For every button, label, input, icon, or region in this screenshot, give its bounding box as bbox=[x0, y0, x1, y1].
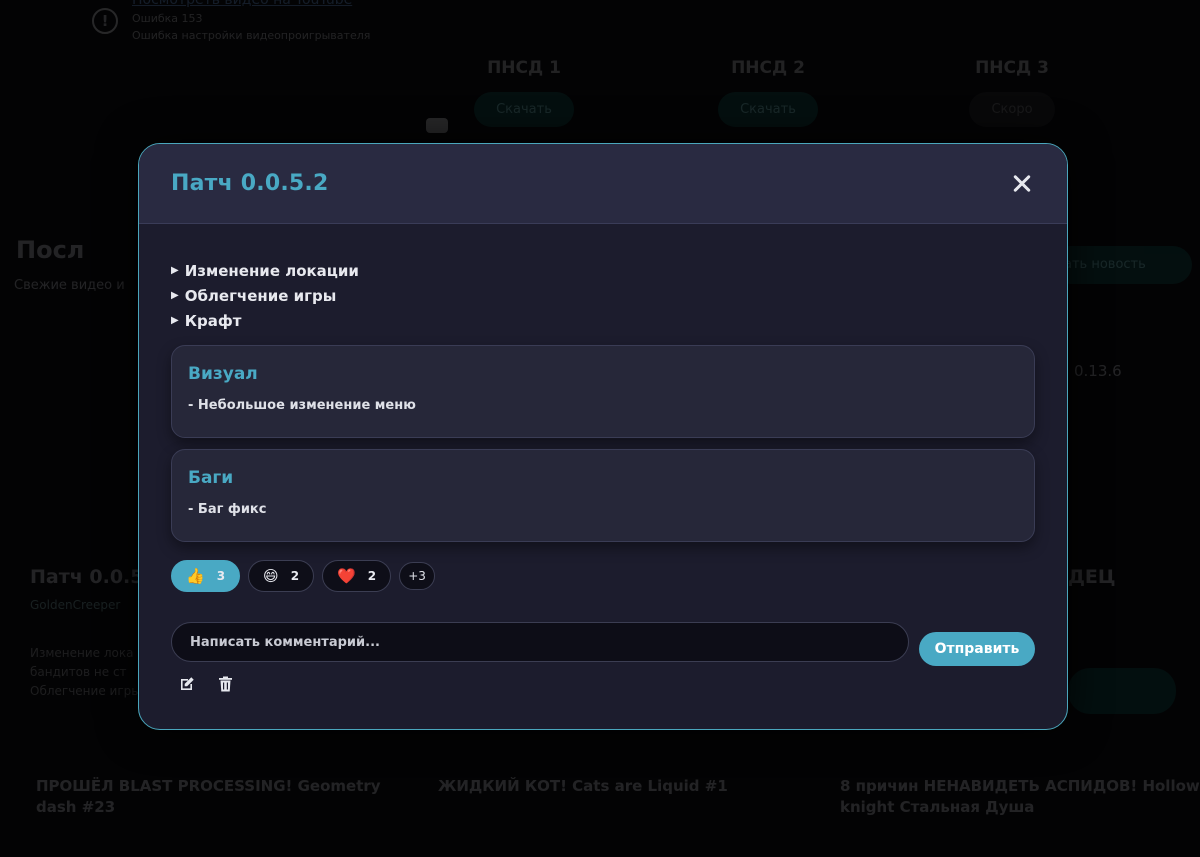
modal-header: Патч 0.0.5.2 bbox=[139, 144, 1067, 224]
toggle-list: ▶ Изменение локации ▶ Облегчение игры ▶ … bbox=[171, 258, 1035, 333]
modal-body: ▶ Изменение локации ▶ Облегчение игры ▶ … bbox=[139, 224, 1067, 694]
more-reactions-button[interactable]: +3 bbox=[399, 562, 436, 590]
toggle-item-location[interactable]: ▶ Изменение локации bbox=[171, 258, 1035, 283]
toggle-label: Крафт bbox=[184, 311, 242, 330]
caret-right-icon: ▶ bbox=[171, 315, 179, 326]
comment-input[interactable] bbox=[171, 622, 909, 662]
section-title: Баги bbox=[188, 468, 234, 488]
toggle-label: Облегчение игры bbox=[184, 286, 337, 305]
reaction-grin[interactable]: 😄 2 bbox=[248, 560, 315, 592]
toggle-item-craft[interactable]: ▶ Крафт bbox=[171, 308, 1035, 333]
reaction-count: 2 bbox=[290, 569, 300, 583]
toggle-label: Изменение локации bbox=[184, 261, 359, 280]
modal-title: Патч 0.0.5.2 bbox=[171, 171, 329, 196]
reaction-heart[interactable]: ❤️ 2 bbox=[322, 560, 392, 592]
reaction-count: 3 bbox=[216, 569, 226, 583]
comment-row: Отправить bbox=[171, 618, 1035, 666]
section-item: - Небольшое изменение меню bbox=[188, 398, 416, 413]
reaction-count: 2 bbox=[367, 569, 377, 583]
thumbs-up-icon: 👍 bbox=[186, 567, 205, 585]
close-icon[interactable] bbox=[1007, 169, 1037, 199]
caret-right-icon: ▶ bbox=[171, 290, 179, 301]
section-title: Визуал bbox=[188, 364, 258, 384]
patch-modal: Патч 0.0.5.2 ▶ Изменение локации ▶ Облег… bbox=[138, 143, 1068, 730]
trash-icon[interactable] bbox=[215, 674, 235, 694]
heart-icon: ❤️ bbox=[337, 567, 356, 585]
toggle-item-ease[interactable]: ▶ Облегчение игры bbox=[171, 283, 1035, 308]
reaction-thumbs-up[interactable]: 👍 3 bbox=[171, 560, 241, 592]
post-actions bbox=[171, 674, 1035, 694]
reactions-bar: 👍 3 😄 2 ❤️ 2 +3 bbox=[171, 560, 1035, 592]
edit-icon[interactable] bbox=[177, 674, 197, 694]
section-card-bugs: Баги - Баг фикс bbox=[171, 449, 1035, 542]
section-item: - Баг фикс bbox=[188, 502, 267, 517]
caret-right-icon: ▶ bbox=[171, 265, 179, 276]
grin-face-icon: 😄 bbox=[263, 567, 279, 585]
section-card-visual: Визуал - Небольшое изменение меню bbox=[171, 345, 1035, 438]
send-comment-button[interactable]: Отправить bbox=[919, 632, 1035, 666]
